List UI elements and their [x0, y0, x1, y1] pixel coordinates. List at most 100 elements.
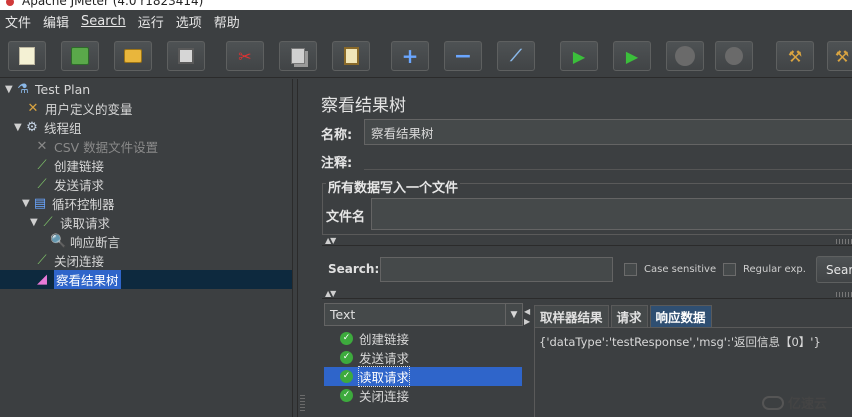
- view-results-tree-panel: 察看结果树 名称: 察看结果树 注释: 所有数据写入一个文件 文件名 ▲▼ Se…: [308, 79, 852, 417]
- regex-checkbox[interactable]: [723, 263, 736, 276]
- stop-icon: [675, 46, 695, 66]
- window-title: Apache JMeter (4.0 r1823414): [22, 0, 204, 8]
- title-bar: Apache JMeter (4.0 r1823414): [0, 0, 852, 10]
- search-row: Search:: [328, 262, 379, 276]
- play-icon: ▶: [572, 46, 586, 66]
- menu-file[interactable]: 文件: [5, 12, 31, 31]
- arrow-right-icon[interactable]: ▶: [524, 317, 530, 326]
- minus-icon: −: [453, 43, 473, 69]
- paste-button[interactable]: [332, 41, 370, 71]
- menu-run[interactable]: 运行: [138, 12, 164, 31]
- stop-button[interactable]: [666, 41, 704, 71]
- copy-icon: [291, 48, 305, 64]
- tree-item-csv-config[interactable]: ✕ CSV 数据文件设置: [34, 137, 159, 156]
- separator: [322, 245, 852, 246]
- chart-icon: ◢: [37, 271, 47, 287]
- tree-item-view-results-tree[interactable]: ◢ 察看结果树: [0, 270, 292, 289]
- resize-grip-icon[interactable]: [836, 239, 852, 244]
- tree-item-test-plan[interactable]: ▼ ⚗ Test Plan: [5, 80, 90, 99]
- separator: [322, 298, 852, 299]
- collapse-arrows-icon[interactable]: ▲▼: [325, 289, 336, 298]
- tree-scrollbar[interactable]: [292, 79, 297, 417]
- play-no-pause-icon: ▶: [625, 46, 639, 66]
- expand-arrow-icon[interactable]: ▼: [14, 122, 24, 133]
- expand-all-button[interactable]: +: [391, 41, 429, 71]
- open-button[interactable]: [114, 41, 152, 71]
- menu-search[interactable]: Search: [81, 14, 126, 29]
- response-text: {'dataType':'testResponse','msg':'返回信息【0…: [539, 335, 821, 349]
- open-icon: [124, 49, 142, 63]
- menu-options[interactable]: 选项: [176, 12, 202, 31]
- success-shield-icon: ✓: [340, 332, 353, 345]
- controller-icon: ▤: [33, 195, 47, 211]
- toggle-button[interactable]: ⟋: [497, 41, 535, 71]
- tree-item-response-assertion[interactable]: 🔍 响应断言: [50, 232, 120, 251]
- copy-button[interactable]: [279, 41, 317, 71]
- arrow-left-icon[interactable]: ◀: [524, 307, 530, 316]
- resize-grip-icon[interactable]: [836, 292, 852, 297]
- search-input[interactable]: [380, 257, 613, 282]
- tab-sampler-result[interactable]: 取样器结果: [534, 305, 609, 327]
- tree-item-user-vars[interactable]: ✕ 用户定义的变量: [25, 99, 133, 118]
- templates-button[interactable]: [61, 41, 99, 71]
- menu-bar: 文件 编辑 Search 运行 选项 帮助: [0, 10, 852, 33]
- toolbar: ✂ + − ⟋ ▶ ▶ ⚒ ⚒: [0, 33, 852, 78]
- save-button[interactable]: [167, 41, 205, 71]
- success-shield-icon: ✓: [340, 370, 353, 383]
- new-icon: [19, 47, 35, 65]
- start-no-pauses-button[interactable]: ▶: [613, 41, 651, 71]
- comment-underline: [364, 169, 852, 170]
- tree-item-send-request[interactable]: ⟋ 发送请求: [34, 175, 104, 194]
- renderer-select[interactable]: Text ▼: [324, 303, 523, 326]
- chevron-down-icon[interactable]: ▼: [505, 304, 522, 325]
- result-item[interactable]: ✓ 创建链接: [324, 329, 522, 348]
- flask-icon: ⚗: [17, 81, 29, 97]
- tree-item-thread-group[interactable]: ▼ ⚙ 线程组: [14, 118, 82, 137]
- tree-item-close-connection[interactable]: ⟋ 关闭连接: [34, 251, 104, 270]
- start-button[interactable]: ▶: [560, 41, 598, 71]
- cloud-logo-icon: [762, 395, 784, 410]
- clear-button[interactable]: ⚒: [776, 41, 814, 71]
- collapse-arrows-icon[interactable]: ▲▼: [325, 236, 336, 245]
- success-shield-icon: ✓: [340, 389, 353, 402]
- tab-request[interactable]: 请求: [610, 305, 648, 327]
- tree-item-loop-controller[interactable]: ▼ ▤ 循环控制器: [22, 194, 115, 213]
- name-input[interactable]: 察看结果树: [364, 119, 852, 145]
- tree-item-read-request[interactable]: ▼ ⟋ 读取请求: [30, 213, 110, 232]
- pipette-icon: ⟋: [37, 176, 47, 192]
- pipette-icon: ⟋: [37, 157, 47, 173]
- panel-title: 察看结果树: [321, 96, 406, 116]
- test-plan-tree: ▼ ⚗ Test Plan ✕ 用户定义的变量 ▼ ⚙ 线程组 ✕ CSV 数据…: [0, 79, 298, 417]
- shutdown-button[interactable]: [715, 41, 753, 71]
- tree-item-create-link[interactable]: ⟋ 创建链接: [34, 156, 104, 175]
- collapse-all-button[interactable]: −: [444, 41, 482, 71]
- expand-arrow-icon[interactable]: ▼: [30, 217, 40, 228]
- pipette-icon: ⟋: [37, 252, 47, 268]
- main-splitter[interactable]: [298, 79, 308, 417]
- result-item[interactable]: ✓ 发送请求: [324, 348, 522, 367]
- tab-response-data[interactable]: 响应数据: [649, 305, 712, 327]
- result-item[interactable]: ✓ 关闭连接: [324, 386, 522, 405]
- expand-arrow-icon[interactable]: ▼: [22, 198, 32, 209]
- results-splitter[interactable]: ◀ ▶: [522, 303, 534, 417]
- search-label: Search:: [328, 262, 380, 276]
- wand-icon: ⟋: [510, 46, 522, 65]
- sample-results-list: ✓ 创建链接 ✓ 发送请求 ✓ 读取请求 ✓ 关闭连接: [324, 328, 522, 417]
- magnifier-icon: 🔍: [50, 233, 67, 249]
- case-sensitive-checkbox[interactable]: [624, 263, 637, 276]
- filename-input[interactable]: [371, 198, 852, 230]
- cut-button[interactable]: ✂: [226, 41, 264, 71]
- broom-icon: ⚒: [787, 46, 803, 66]
- name-row: 名称:: [321, 124, 352, 143]
- new-button[interactable]: [8, 41, 46, 71]
- menu-help[interactable]: 帮助: [214, 12, 240, 31]
- result-item-selected[interactable]: ✓ 读取请求: [324, 366, 522, 387]
- broom-all-icon: ⚒: [834, 46, 850, 66]
- jmeter-logo-icon: [6, 0, 14, 6]
- regex-label: Regular exp.: [743, 264, 806, 275]
- search-button[interactable]: Search: [816, 256, 852, 283]
- clear-all-button[interactable]: ⚒: [827, 41, 852, 71]
- splitter-grip[interactable]: [300, 395, 305, 413]
- expand-arrow-icon[interactable]: ▼: [5, 84, 15, 95]
- menu-edit[interactable]: 编辑: [43, 12, 69, 31]
